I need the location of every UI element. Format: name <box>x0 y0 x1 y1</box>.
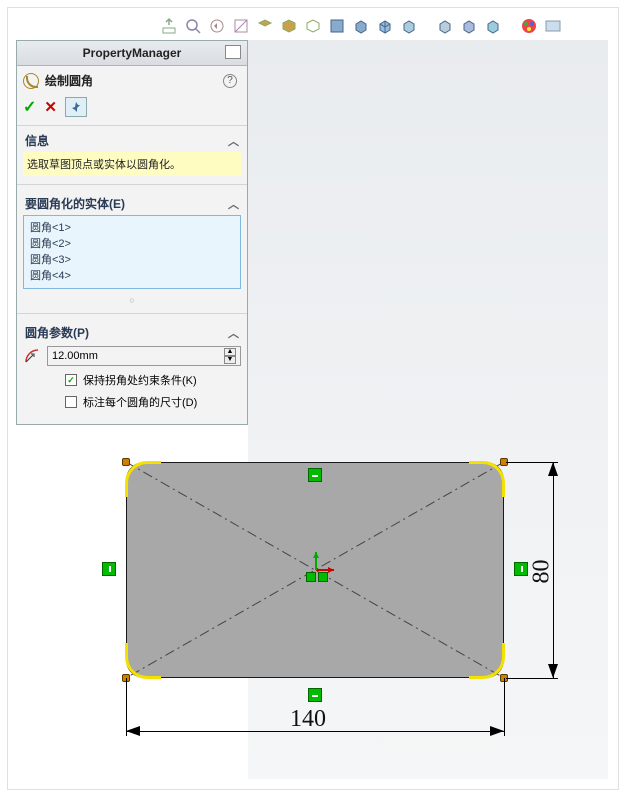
ext-line <box>504 678 505 736</box>
pm-actions: ✓ ✕ <box>17 93 247 126</box>
section-view-icon[interactable] <box>232 17 250 35</box>
feature-title: 绘制圆角 <box>45 72 93 89</box>
radius-icon <box>23 347 41 365</box>
horizontal-constraint-icon[interactable] <box>308 468 322 482</box>
dim-each-label: 标注每个圆角的尺寸(D) <box>83 394 197 410</box>
help-icon[interactable]: ? <box>223 74 237 88</box>
ext-line <box>126 678 127 736</box>
cube3-icon[interactable] <box>376 17 394 35</box>
keep-constraints-row[interactable]: ✓ 保持拐角处约束条件(K) <box>17 368 247 390</box>
property-manager-panel: PropertyManager 绘制圆角 ? ✓ ✕ 信息 ︿ 选取草图顶点或实… <box>16 40 248 425</box>
horizontal-constraint-icon[interactable] <box>308 688 322 702</box>
zoom-fit-icon[interactable] <box>160 17 178 35</box>
zoom-area-icon[interactable] <box>184 17 202 35</box>
radius-spinner[interactable]: ▲▼ <box>224 348 236 364</box>
radius-input[interactable]: 12.00mm ▲▼ <box>47 346 241 366</box>
pushpin-button[interactable] <box>65 97 87 117</box>
cube7-icon[interactable] <box>484 17 502 35</box>
params-header-label: 圆角参数(P) <box>25 324 89 341</box>
cube4-icon[interactable] <box>400 17 418 35</box>
entities-selection-box[interactable]: 圆角<1> 圆角<2> 圆角<3> 圆角<4> <box>23 215 241 289</box>
sketch-origin-triad[interactable] <box>296 550 336 590</box>
sketch-point[interactable] <box>122 458 130 466</box>
coincident-constraint-icon[interactable] <box>306 572 316 582</box>
chevron-up-icon: ︿ <box>228 325 239 341</box>
sketch-fillet-icon <box>23 73 39 89</box>
keep-constraints-checkbox[interactable]: ✓ <box>65 374 77 386</box>
info-header-label: 信息 <box>25 132 49 149</box>
hide-show-icon[interactable] <box>304 17 322 35</box>
ok-button[interactable]: ✓ <box>23 97 36 117</box>
vertical-constraint-icon[interactable] <box>514 562 528 576</box>
chevron-up-icon: ︿ <box>228 196 239 212</box>
pm-pin-icon[interactable] <box>225 45 241 59</box>
arrow-icon <box>548 462 558 476</box>
arrow-icon <box>548 664 558 678</box>
scene-icon[interactable] <box>544 17 562 35</box>
info-message: 选取草图顶点或实体以圆角化。 <box>23 152 241 176</box>
cube5-icon[interactable] <box>436 17 454 35</box>
entity-item[interactable]: 圆角<1> <box>30 220 234 236</box>
radius-value: 12.00mm <box>52 350 98 362</box>
sketch-rectangle[interactable] <box>126 462 504 678</box>
entity-item[interactable]: 圆角<3> <box>30 252 234 268</box>
appearance-icon[interactable] <box>520 17 538 35</box>
dim-each-row[interactable]: 标注每个圆角的尺寸(D) <box>17 390 247 424</box>
entities-section-header[interactable]: 要圆角化的实体(E) ︿ <box>17 189 247 215</box>
pm-title: PropertyManager <box>83 46 182 60</box>
ext-line <box>506 678 558 679</box>
radius-row: 12.00mm ▲▼ <box>17 344 247 368</box>
arrow-icon <box>126 726 140 736</box>
ext-line <box>506 462 558 463</box>
height-dimension[interactable]: 80 <box>529 560 556 584</box>
vertical-constraint-icon[interactable] <box>102 562 116 576</box>
entities-header-label: 要圆角化的实体(E) <box>25 195 125 212</box>
view-orient-icon[interactable] <box>256 17 274 35</box>
info-section-header[interactable]: 信息 ︿ <box>17 126 247 152</box>
cube6-icon[interactable] <box>460 17 478 35</box>
params-section-header[interactable]: 圆角参数(P) ︿ <box>17 318 247 344</box>
feature-title-row: 绘制圆角 ? <box>17 66 247 93</box>
pm-title-bar: PropertyManager <box>17 41 247 66</box>
view-toolbar <box>160 14 606 38</box>
dim-each-checkbox[interactable] <box>65 396 77 408</box>
prev-view-icon[interactable] <box>208 17 226 35</box>
keep-constraints-label: 保持拐角处约束条件(K) <box>83 372 197 388</box>
width-dimension[interactable]: 140 <box>290 706 326 733</box>
coincident-constraint-icon[interactable] <box>318 572 328 582</box>
entity-item[interactable]: 圆角<2> <box>30 236 234 252</box>
cancel-button[interactable]: ✕ <box>44 98 57 116</box>
arrow-icon <box>490 726 504 736</box>
display-style-icon[interactable] <box>280 17 298 35</box>
cube2-icon[interactable] <box>352 17 370 35</box>
chevron-up-icon: ︿ <box>228 133 239 149</box>
cube1-icon[interactable] <box>328 17 346 35</box>
entity-item[interactable]: 圆角<4> <box>30 268 234 284</box>
